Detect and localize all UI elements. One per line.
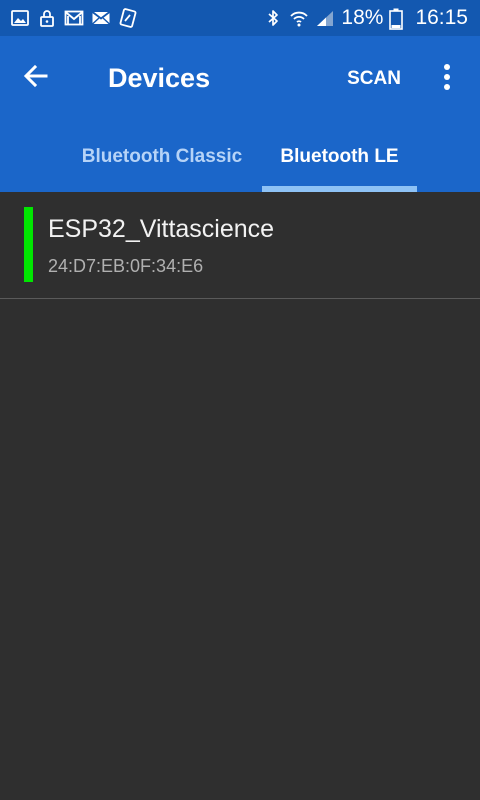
app-bar: Devices SCAN [0,36,480,122]
signal-strength-bar [24,207,33,282]
device-address: 24:D7:EB:0F:34:E6 [48,256,204,276]
devices-screen: 18% 16:15 Devices SCAN Bluetooth Classic… [0,0,480,800]
status-bar: 18% 16:15 [0,0,480,36]
scan-button[interactable]: SCAN [340,64,408,94]
arrow-left-icon [22,62,50,95]
wifi-icon [289,8,309,28]
battery-icon [389,8,409,30]
bluetooth-icon [263,8,283,28]
system-status: 18% 16:15 [263,5,468,31]
device-name: ESP32_Vittascience [48,215,275,243]
notification-icons [10,8,138,28]
data-saver-icon [118,8,138,28]
overflow-menu-button[interactable] [430,60,464,98]
device-list-item[interactable]: ESP32_Vittascience 24:D7:EB:0F:34:E6 [0,192,480,299]
tab-bluetooth-classic[interactable]: Bluetooth Classic [62,122,262,192]
image-icon [10,8,30,28]
page-title: Devices [108,63,211,93]
back-button[interactable] [14,56,58,100]
tab-bar: Bluetooth Classic Bluetooth LE [0,122,480,192]
more-vert-icon [443,63,451,96]
mail-icon [91,8,111,28]
gmail-icon [64,8,84,28]
lock-icon [37,8,57,28]
cell-signal-icon [315,8,335,28]
clock: 16:15 [415,6,468,29]
battery-percent: 18% [341,6,384,29]
tab-bluetooth-le[interactable]: Bluetooth LE [262,122,417,192]
